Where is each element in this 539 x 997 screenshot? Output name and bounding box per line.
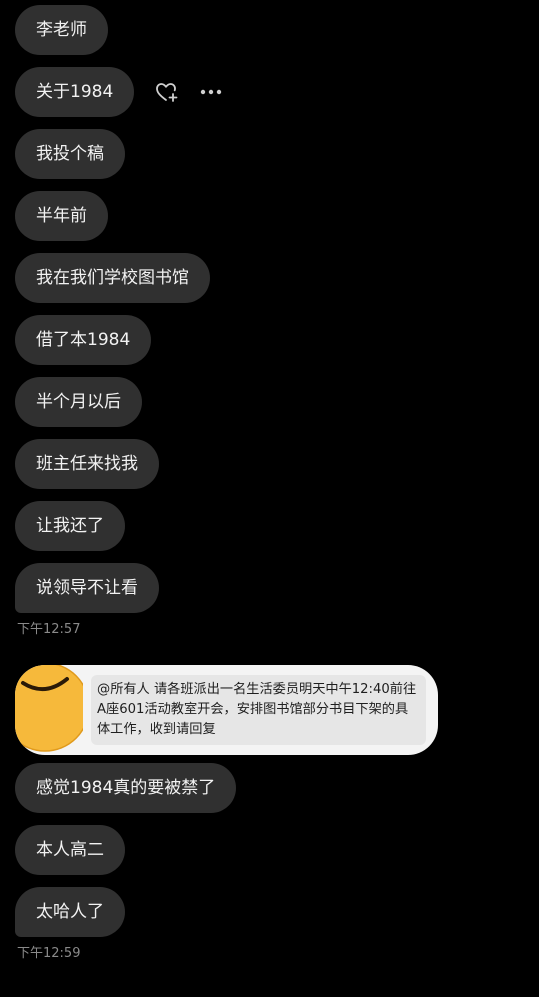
message-bubble[interactable]: 我投个稿 xyxy=(15,129,125,179)
message-row: 半年前 xyxy=(15,191,525,241)
message-row: 我在我们学校图书馆 xyxy=(15,253,525,303)
message-row: 半个月以后 xyxy=(15,377,525,427)
message-bubble[interactable]: 本人高二 xyxy=(15,825,125,875)
message-bubble[interactable]: 太哈人了 xyxy=(15,887,125,937)
message-actions xyxy=(154,79,242,105)
smiley-emoji-icon xyxy=(15,665,83,755)
quoted-message-card[interactable]: @所有人 请各班派出一名生活委员明天中午12:40前往A座601活动教室开会，安… xyxy=(15,665,438,755)
message-bubble[interactable]: 让我还了 xyxy=(15,501,125,551)
message-bubble[interactable]: 半年前 xyxy=(15,191,108,241)
message-bubble[interactable]: 半个月以后 xyxy=(15,377,142,427)
message-row: 借了本1984 xyxy=(15,315,525,365)
message-row: 感觉1984真的要被禁了 xyxy=(15,763,525,813)
heart-plus-icon[interactable] xyxy=(154,79,180,105)
message-bubble[interactable]: 我在我们学校图书馆 xyxy=(15,253,210,303)
message-row: 说领导不让看 xyxy=(15,563,525,613)
message-row: 本人高二 xyxy=(15,825,525,875)
message-bubble[interactable]: 感觉1984真的要被禁了 xyxy=(15,763,237,813)
message-bubble[interactable]: 借了本1984 xyxy=(15,315,152,365)
message-bubble[interactable]: 班主任来找我 xyxy=(15,439,159,489)
message-thread: 李老师 关于1984 我投个稿 半年前 我在我们学校图书馆 借了本1984 半个… xyxy=(15,5,525,965)
message-row: 我投个稿 xyxy=(15,129,525,179)
message-row: 太哈人了 xyxy=(15,887,525,937)
message-row: 让我还了 xyxy=(15,501,525,551)
message-row: 关于1984 xyxy=(15,67,525,117)
more-dots-icon[interactable] xyxy=(198,79,224,105)
message-timestamp: 下午12:59 xyxy=(17,946,81,961)
message-bubble[interactable]: 说领导不让看 xyxy=(15,563,159,613)
message-timestamp: 下午12:57 xyxy=(17,622,81,637)
message-row: 李老师 xyxy=(15,5,525,55)
message-bubble[interactable]: 关于1984 xyxy=(15,67,135,117)
message-bubble[interactable]: 李老师 xyxy=(15,5,108,55)
message-row: 班主任来找我 xyxy=(15,439,525,489)
quoted-notice-text: @所有人 请各班派出一名生活委员明天中午12:40前往A座601活动教室开会，安… xyxy=(91,675,426,745)
